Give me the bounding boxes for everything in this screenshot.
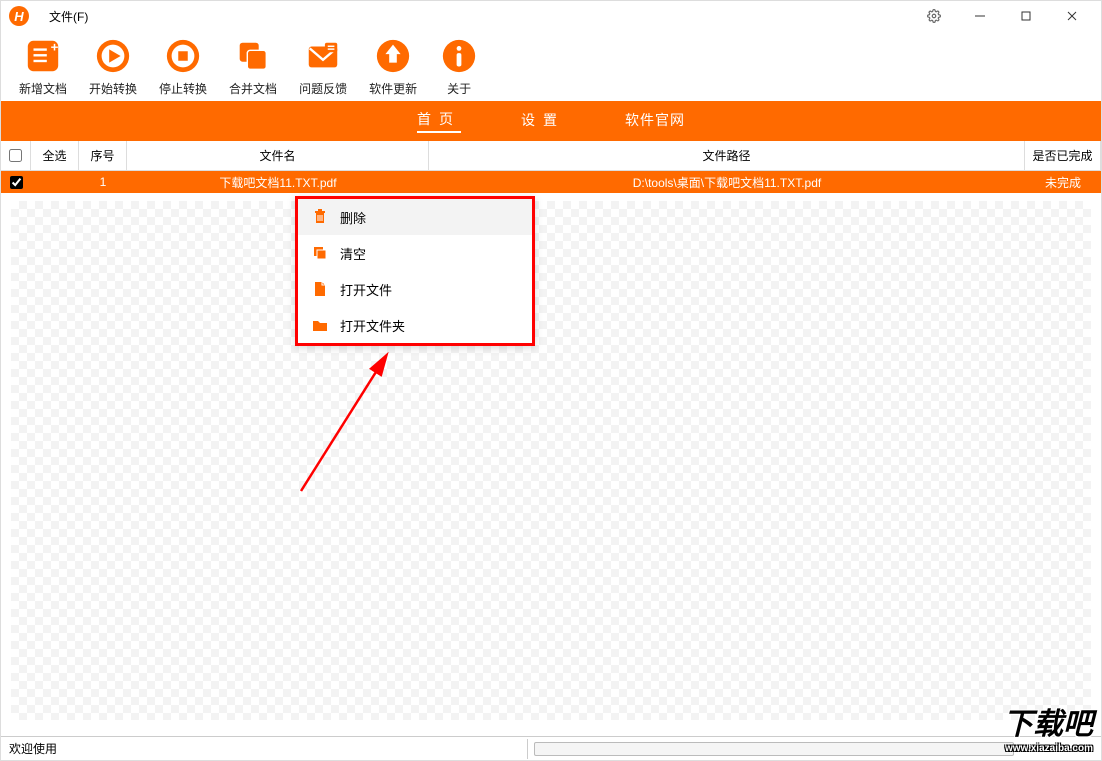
merge-doc-label: 合并文档 [229, 80, 277, 97]
folder-icon [312, 317, 328, 333]
about-label: 关于 [447, 80, 471, 97]
th-name: 文件名 [127, 141, 429, 170]
maximize-button[interactable] [1005, 2, 1047, 30]
th-checkbox[interactable] [1, 141, 31, 170]
ctx-delete[interactable]: 删除 [298, 199, 532, 235]
start-convert-button[interactable]: 开始转换 [89, 36, 137, 97]
svg-text:+: + [51, 39, 59, 54]
th-status: 是否已完成 [1025, 141, 1101, 170]
stop-convert-label: 停止转换 [159, 80, 207, 97]
minimize-button[interactable] [959, 2, 1001, 30]
update-icon [373, 36, 413, 76]
th-select-all[interactable]: 全选 [31, 141, 79, 170]
annotation-arrow [291, 341, 411, 501]
close-button[interactable] [1051, 2, 1093, 30]
start-convert-label: 开始转换 [89, 80, 137, 97]
ctx-clear[interactable]: 清空 [298, 235, 532, 271]
content-area [11, 201, 1091, 720]
nav-home[interactable]: 首页 [417, 109, 461, 133]
watermark-text: 下载吧 [1003, 699, 1093, 743]
update-label: 软件更新 [369, 80, 417, 97]
play-icon [93, 36, 133, 76]
titlebar: H 文件(F) [1, 1, 1101, 31]
ctx-clear-label: 清空 [340, 244, 366, 263]
th-path: 文件路径 [429, 141, 1025, 170]
merge-icon [233, 36, 273, 76]
toolbar: + 新增文档 开始转换 停止转换 合并文档 问题反馈 软件更新 [1, 31, 1101, 101]
ctx-delete-label: 删除 [340, 208, 366, 227]
update-button[interactable]: 软件更新 [369, 36, 417, 97]
nav-official[interactable]: 软件官网 [625, 110, 685, 132]
trash-icon [312, 209, 328, 225]
row-status: 未完成 [1025, 171, 1101, 193]
settings-icon[interactable] [913, 2, 955, 30]
new-doc-button[interactable]: + 新增文档 [19, 36, 67, 97]
row-name: 下载吧文档11.TXT.pdf [127, 171, 429, 193]
stop-icon [163, 36, 203, 76]
mail-icon [303, 36, 343, 76]
app-logo: H [9, 6, 29, 26]
ctx-open-folder[interactable]: 打开文件夹 [298, 307, 532, 343]
table-row[interactable]: 1 下载吧文档11.TXT.pdf D:\tools\桌面\下载吧文档11.TX… [1, 171, 1101, 193]
menu-file[interactable]: 文件(F) [49, 8, 88, 25]
clear-icon [312, 245, 328, 261]
file-icon [312, 281, 328, 297]
ctx-open-file[interactable]: 打开文件 [298, 271, 532, 307]
new-doc-label: 新增文档 [19, 80, 67, 97]
feedback-button[interactable]: 问题反馈 [299, 36, 347, 97]
th-seq: 序号 [79, 141, 127, 170]
watermark-url: www.xiazaiba.com [1003, 743, 1093, 754]
status-text: 欢迎使用 [9, 740, 57, 757]
nav-settings[interactable]: 设置 [521, 110, 565, 132]
watermark: 下载吧 www.xiazaiba.com [1003, 699, 1093, 754]
row-checkbox[interactable] [1, 171, 31, 193]
merge-doc-button[interactable]: 合并文档 [229, 36, 277, 97]
new-doc-icon: + [23, 36, 63, 76]
statusbar: 欢迎使用 [1, 736, 1101, 760]
context-menu: 删除 清空 打开文件 打开文件夹 [295, 196, 535, 346]
nav-bar: 首页 设置 软件官网 [1, 101, 1101, 141]
progress-bar [534, 742, 1014, 756]
ctx-open-folder-label: 打开文件夹 [340, 316, 405, 335]
info-icon [439, 36, 479, 76]
ctx-open-file-label: 打开文件 [340, 280, 392, 299]
row-path: D:\tools\桌面\下载吧文档11.TXT.pdf [429, 171, 1025, 193]
row-seq: 1 [79, 171, 127, 193]
feedback-label: 问题反馈 [299, 80, 347, 97]
about-button[interactable]: 关于 [439, 36, 479, 97]
stop-convert-button[interactable]: 停止转换 [159, 36, 207, 97]
table-header: 全选 序号 文件名 文件路径 是否已完成 [1, 141, 1101, 171]
